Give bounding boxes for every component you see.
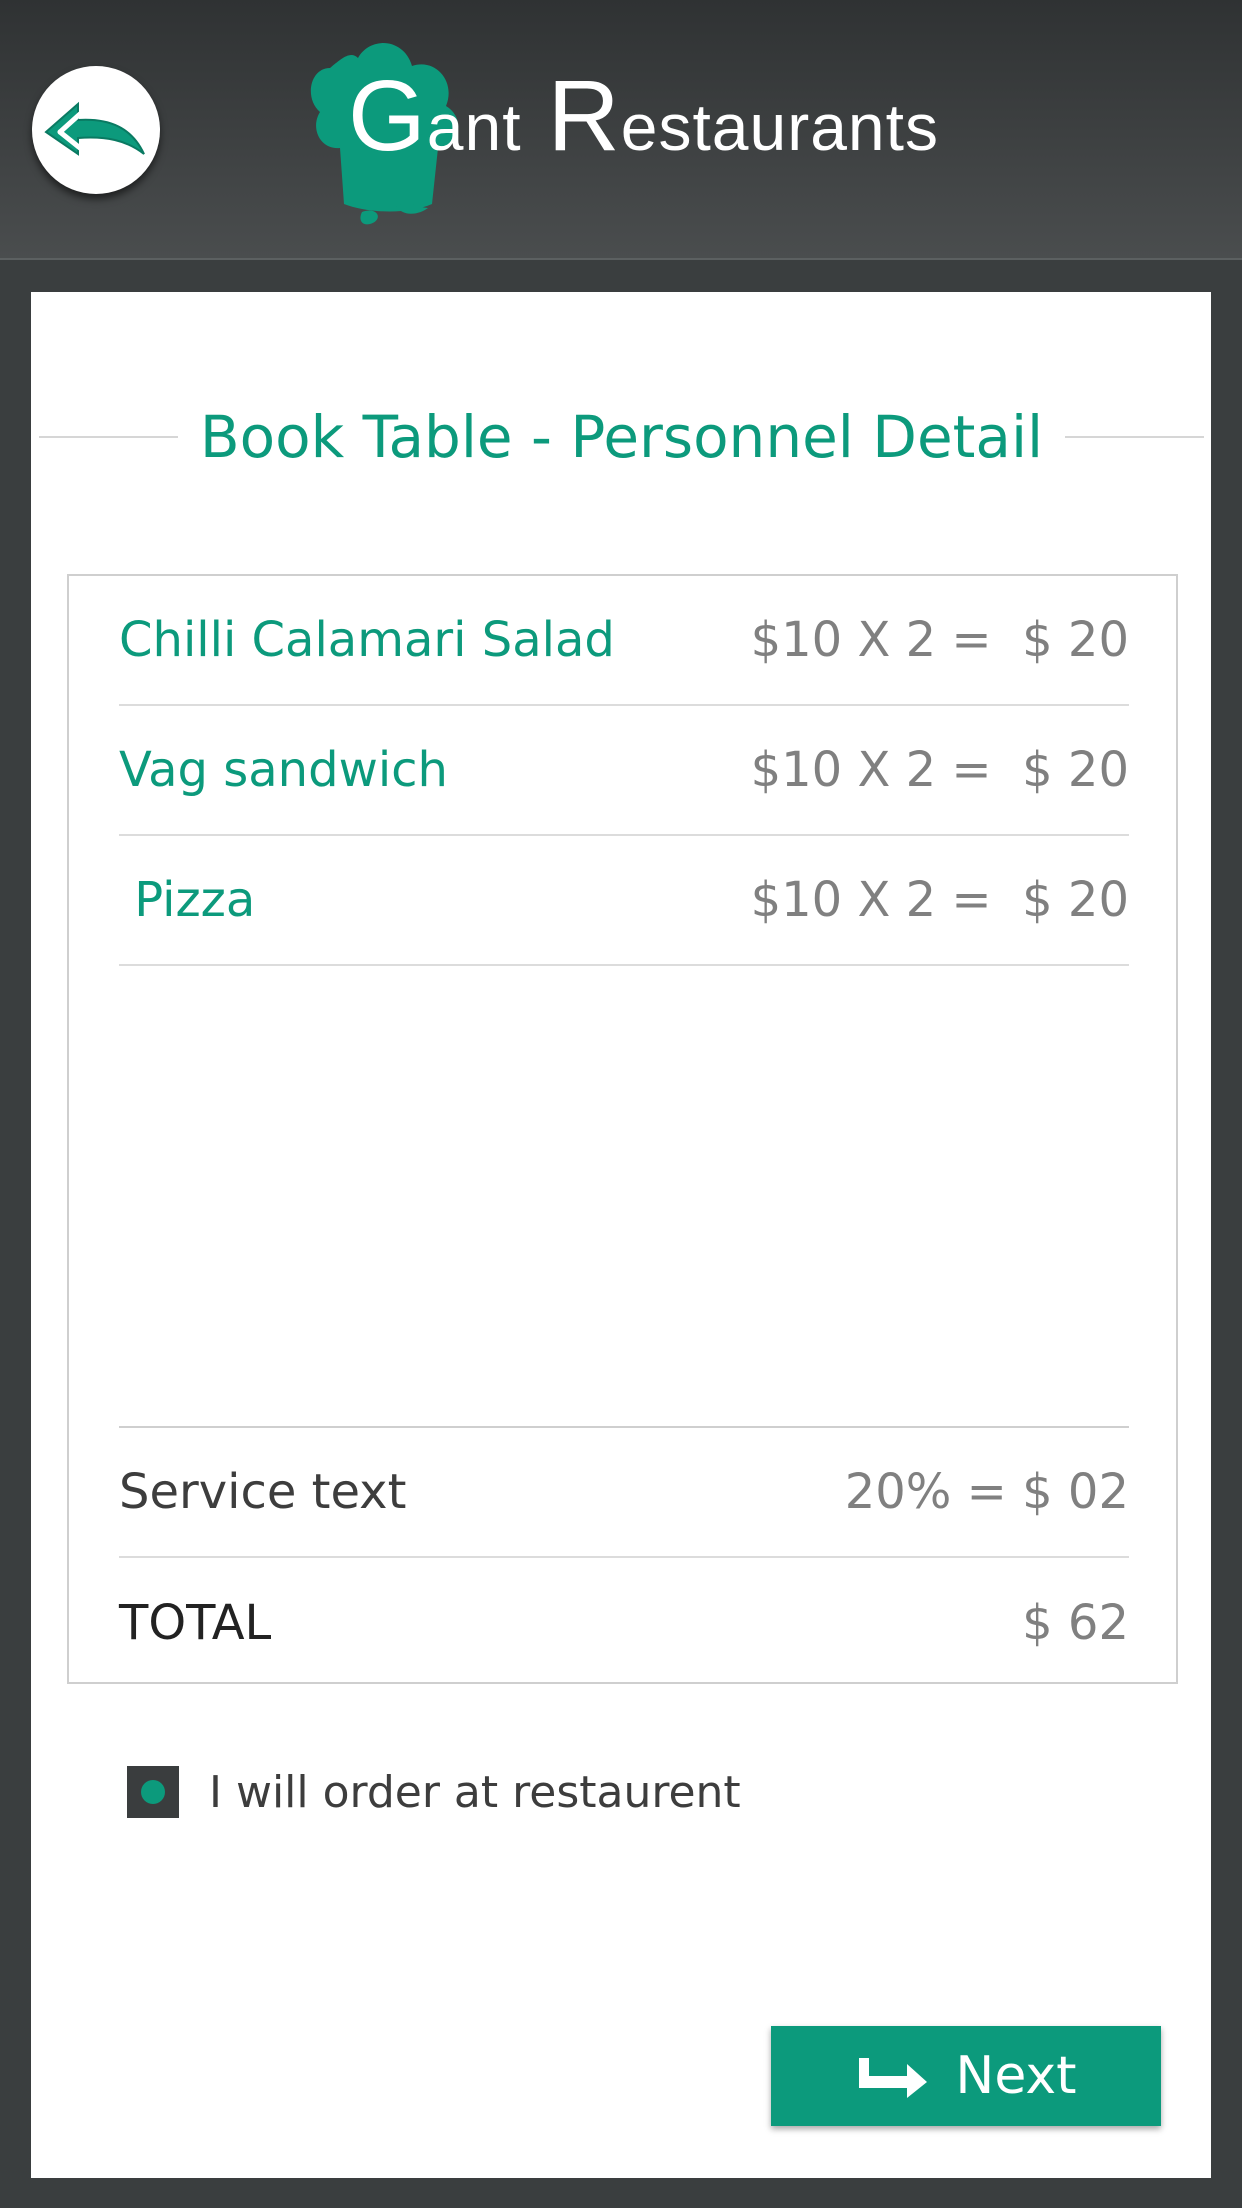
order-at-restaurant-option[interactable]: I will order at restaurent [127, 1766, 741, 1818]
logo-letter-g: G [348, 60, 427, 172]
service-value: 20% = $ 02 [844, 1464, 1129, 1520]
item-price: $10 X 2 = $ 20 [750, 742, 1129, 798]
order-item: Vag sandwich $10 X 2 = $ 20 [119, 706, 1129, 836]
back-button[interactable] [32, 66, 160, 194]
logo-word-rest-2: estaurants [620, 90, 939, 164]
arrow-right-turn-icon [859, 2058, 928, 2098]
logo-word-rest-1: ant [426, 90, 522, 164]
order-at-restaurant-checkbox[interactable] [127, 1766, 179, 1818]
title-divider-right [1065, 436, 1205, 438]
back-arrow-icon [44, 101, 145, 156]
item-name: Vag sandwich [119, 742, 448, 798]
service-label: Service text [119, 1464, 407, 1520]
order-summary: Chilli Calamari Salad $10 X 2 = $ 20 Vag… [67, 574, 1178, 1684]
order-item: Chilli Calamari Salad $10 X 2 = $ 20 [119, 576, 1129, 706]
total-value: $ 62 [1022, 1595, 1129, 1651]
brand-logo: Gant Restaurants [300, 28, 960, 238]
booking-card: Book Table - Personnel Detail Chilli Cal… [31, 292, 1211, 2178]
page-title: Book Table - Personnel Detail [199, 403, 1044, 471]
next-button-label: Next [955, 2046, 1077, 2106]
item-price: $10 X 2 = $ 20 [750, 872, 1129, 928]
title-divider-left [39, 436, 178, 438]
next-button[interactable]: Next [771, 2026, 1161, 2126]
page-title-row: Book Table - Personnel Detail [39, 402, 1205, 472]
logo-letter-r: R [547, 60, 621, 172]
total-row: TOTAL $ 62 [119, 1558, 1129, 1688]
service-row: Service text 20% = $ 02 [119, 1428, 1129, 1558]
total-label: TOTAL [119, 1595, 272, 1651]
checkbox-checked-dot [141, 1780, 165, 1804]
item-price: $10 X 2 = $ 20 [750, 612, 1129, 668]
checkbox-label: I will order at restaurent [209, 1766, 741, 1818]
item-name: Pizza [119, 872, 256, 928]
order-item: Pizza $10 X 2 = $ 20 [119, 836, 1129, 966]
item-name: Chilli Calamari Salad [119, 612, 615, 668]
app-header: Gant Restaurants [0, 0, 1242, 260]
